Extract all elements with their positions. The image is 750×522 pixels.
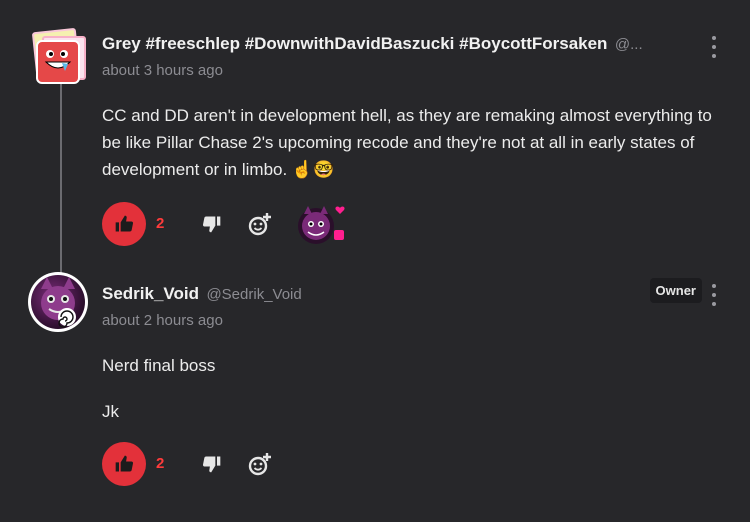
reaction-sticker[interactable]: [298, 204, 350, 246]
like-button[interactable]: [102, 202, 146, 246]
avatar[interactable]: [28, 26, 88, 86]
avatar-face-icon: [44, 50, 72, 71]
user-handle[interactable]: @Sedrik_Void: [206, 286, 301, 303]
kebab-menu-icon[interactable]: [708, 36, 720, 58]
thumbs-up-icon: [115, 215, 134, 232]
comment-text: Jk: [102, 402, 119, 421]
username[interactable]: Sedrik_Void: [102, 284, 199, 303]
like-count: 2: [156, 455, 165, 472]
comment-header: Sedrik_Void @Sedrik_Void: [102, 284, 690, 304]
comment-text: CC and DD aren't in development hell, as…: [102, 106, 712, 179]
username[interactable]: Grey #freeschlep #DownwithDavidBaszucki …: [102, 34, 607, 53]
add-reaction-icon[interactable]: [248, 452, 272, 476]
avatar-face-icon: [41, 277, 76, 328]
like-button[interactable]: [102, 442, 146, 486]
thumbs-down-icon[interactable]: [202, 454, 222, 474]
thumbs-up-icon: [115, 455, 134, 472]
add-reaction-icon[interactable]: [248, 212, 272, 236]
comment-header: Grey #freeschlep #DownwithDavidBaszucki …: [102, 34, 690, 54]
timestamp[interactable]: about 3 hours ago: [102, 62, 223, 79]
owner-badge: Owner: [649, 278, 702, 303]
thread-line: [60, 80, 62, 280]
like-count: 2: [156, 215, 165, 232]
comment-text: Nerd final boss: [102, 356, 216, 375]
kebab-menu-icon[interactable]: [708, 284, 720, 306]
thumbs-down-icon[interactable]: [202, 214, 222, 234]
avatar[interactable]: [28, 272, 88, 332]
user-handle[interactable]: @...: [615, 36, 643, 53]
timestamp[interactable]: about 2 hours ago: [102, 312, 223, 329]
